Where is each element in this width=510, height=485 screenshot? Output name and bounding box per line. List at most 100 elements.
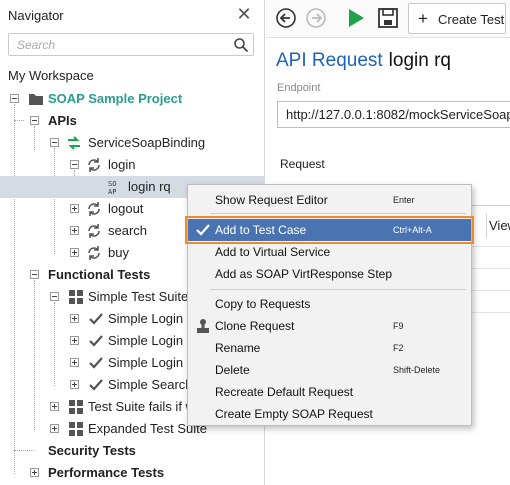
expand-toggle[interactable]: [70, 248, 79, 257]
checkmark-icon: [89, 335, 103, 347]
operation-icon: [88, 202, 100, 216]
tab-view[interactable]: View: [486, 214, 510, 238]
endpoint-field[interactable]: http://127.0.0.1:8082/mockServiceSoapBin…: [277, 101, 510, 128]
tree-item-label: search: [108, 223, 148, 238]
menu-item-copy-to-requests[interactable]: Copy to Requests: [188, 293, 471, 315]
menu-item-label: Copy to Requests: [215, 297, 311, 311]
expand-toggle[interactable]: [30, 468, 39, 477]
tree-item-servicesoapbinding[interactable]: ServiceSoapBinding: [0, 132, 265, 154]
menu-item-delete[interactable]: Delete Shift-Delete: [188, 359, 471, 381]
create-test-button[interactable]: + Create Test: [408, 3, 506, 34]
tree-item-label: Test Suite fails if w: [88, 399, 195, 414]
request-section-label: Request: [280, 157, 325, 171]
menu-item-label: Rename: [215, 341, 261, 355]
request-name: login rq: [388, 50, 451, 71]
menu-item-label: Add to Virtual Service: [215, 245, 331, 259]
menu-item-label: Add to Test Case: [215, 223, 307, 237]
tree-item-apis[interactable]: APIs: [0, 110, 265, 132]
menu-separator: [210, 289, 466, 290]
tree-item-label: login: [108, 157, 136, 172]
menu-item-label: Add as SOAP VirtResponse Step: [215, 267, 392, 281]
search-icon[interactable]: [233, 37, 249, 53]
tree-item-label: logout: [108, 201, 144, 216]
tree-item-label: APIs: [48, 113, 77, 128]
expand-toggle[interactable]: [70, 226, 79, 235]
search-input[interactable]: [9, 34, 219, 55]
collapse-toggle[interactable]: [50, 292, 59, 301]
back-arrow-icon[interactable]: [274, 6, 298, 30]
tree-item-label: Simple Search: [108, 377, 193, 392]
close-icon[interactable]: ✕: [235, 4, 253, 24]
expand-toggle[interactable]: [70, 336, 79, 345]
tree-item-label: SOAP Sample Project: [48, 91, 183, 106]
checkmark-icon: [89, 313, 103, 325]
test-suite-icon: [69, 422, 83, 436]
menu-item-label: Show Request Editor: [215, 193, 328, 207]
menu-item-clone-request[interactable]: Clone Request F9: [188, 315, 471, 337]
expand-toggle[interactable]: [50, 424, 59, 433]
collapse-toggle[interactable]: [10, 94, 19, 103]
tree-item-label: login rq: [128, 179, 171, 194]
svg-text:AP: AP: [108, 188, 116, 195]
tree-item-label: Simple Login: [108, 355, 184, 370]
operation-icon: [88, 224, 100, 238]
request-header: API Request login rq: [276, 50, 451, 72]
collapse-toggle[interactable]: [70, 160, 79, 169]
tree-item-label: buy: [108, 245, 129, 260]
collapse-toggle[interactable]: [30, 270, 39, 279]
menu-item-show-request-editor[interactable]: Show Request Editor Enter: [188, 189, 471, 211]
folder-icon: [29, 94, 43, 105]
binding-arrows-icon: [68, 136, 80, 150]
play-icon[interactable]: [344, 6, 368, 30]
expand-toggle[interactable]: [70, 380, 79, 389]
main-toolbar: + Create Test: [266, 0, 510, 38]
menu-item-shortcut: Ctrl+Alt-A: [393, 225, 432, 235]
forward-arrow-icon[interactable]: [304, 6, 328, 30]
tree-item-login[interactable]: login: [0, 154, 265, 176]
checkmark-icon: [89, 357, 103, 369]
tree-item-label: Simple Test Suite: [88, 289, 189, 304]
collapse-toggle[interactable]: [30, 116, 39, 125]
menu-item-shortcut: Enter: [393, 195, 415, 205]
menu-item-shortcut: Shift-Delete: [393, 365, 441, 375]
tree-item-label: Functional Tests: [48, 267, 151, 282]
collapse-toggle[interactable]: [50, 138, 59, 147]
menu-item-label: Clone Request: [215, 319, 295, 333]
expand-toggle[interactable]: [70, 204, 79, 213]
save-icon[interactable]: [376, 6, 400, 30]
context-menu: Show Request Editor Enter Add to Test Ca…: [185, 184, 474, 426]
tree-item-performance-tests[interactable]: Performance Tests: [0, 462, 265, 484]
menu-item-create-empty-soap-request[interactable]: Create Empty SOAP Request: [188, 403, 471, 425]
test-suite-icon: [69, 290, 83, 304]
menu-item-add-as-soap-virtresponse-step[interactable]: Add as SOAP VirtResponse Step: [188, 263, 471, 285]
tree-item-soap-sample-project[interactable]: SOAP Sample Project: [0, 88, 265, 110]
tree-item-label: ServiceSoapBinding: [88, 135, 206, 150]
expand-toggle[interactable]: [70, 358, 79, 367]
menu-item-add-to-test-case[interactable]: Add to Test Case Ctrl+Alt-A: [185, 216, 474, 244]
tree-item-security-tests[interactable]: Security Tests: [0, 440, 265, 462]
expand-toggle[interactable]: [70, 314, 79, 323]
test-suite-icon: [69, 400, 83, 414]
menu-item-label: Recreate Default Request: [215, 385, 354, 399]
menu-item-label: Create Empty SOAP Request: [215, 407, 373, 421]
checkmark-icon: [89, 379, 103, 391]
clone-stamp-icon: [197, 319, 209, 333]
svg-text:SO: SO: [108, 180, 116, 188]
checkmark-icon: [196, 224, 210, 236]
search-box[interactable]: [8, 33, 254, 56]
workspace-label: My Workspace: [8, 68, 94, 83]
expand-toggle[interactable]: [50, 402, 59, 411]
menu-item-label: Delete: [215, 363, 250, 377]
menu-item-rename[interactable]: Rename F2: [188, 337, 471, 359]
menu-item-add-to-virtual-service[interactable]: Add to Virtual Service: [188, 241, 471, 263]
tree-item-label: Simple Login: [108, 333, 184, 348]
request-kind: API Request: [276, 50, 383, 71]
plus-icon: +: [418, 9, 428, 28]
menu-separator: [210, 213, 466, 214]
endpoint-label: Endpoint: [277, 82, 321, 94]
menu-item-shortcut: F9: [393, 321, 404, 331]
menu-item-recreate-default-request[interactable]: Recreate Default Request: [188, 381, 471, 403]
operation-icon: [88, 246, 100, 260]
operation-icon: [88, 158, 100, 172]
navigator-title: Navigator: [8, 8, 64, 23]
